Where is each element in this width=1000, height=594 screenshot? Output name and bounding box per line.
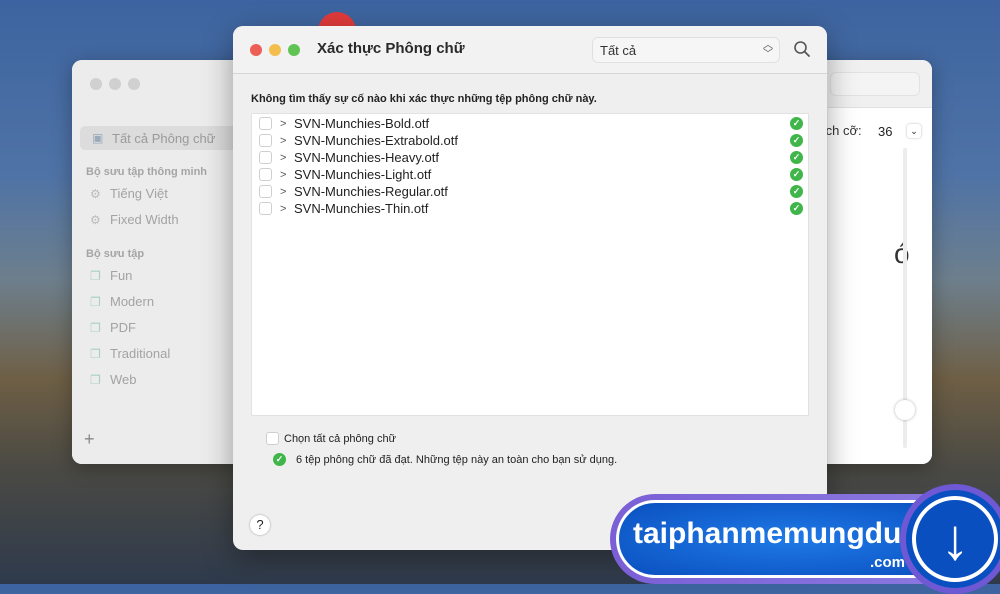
gear-icon: ⚙ [90,186,101,201]
collection-icon: ❐ [90,294,101,309]
checkmark-icon: ✓ [790,185,803,198]
sidebar-item-tieng-viet[interactable]: ⚙ Tiếng Việt [90,186,168,201]
watermark-logo: taiphanmemungdung .com ↓ [610,484,1000,594]
checkbox[interactable] [259,185,272,198]
checkmark-icon: ✓ [790,117,803,130]
status-message: ✓ 6 tệp phông chữ đã đạt. Những tệp này a… [273,453,617,466]
font-file-name: SVN-Munchies-Bold.otf [294,116,430,131]
chevron-right-icon[interactable]: > [280,169,290,181]
chevron-right-icon[interactable]: > [280,186,290,198]
collection-icon: ❐ [90,346,101,361]
font-validation-dialog: Xác thực Phông chữ Tất cả ︿ ﹀ Không tìm th… [233,26,827,550]
select-all-checkbox[interactable]: Chọn tất cả phông chữ [266,432,396,445]
sidebar-item-web[interactable]: ❐ Web [90,372,137,387]
gear-icon: ⚙ [90,212,101,227]
collection-icon: ❐ [90,372,101,387]
sidebar-item-traditional[interactable]: ❐ Traditional [90,346,170,361]
add-collection-button[interactable]: + [84,429,95,450]
search-field[interactable] [830,72,920,96]
chevron-updown-icon: ︿ ﹀ [763,40,773,60]
font-file-name: SVN-Munchies-Heavy.otf [294,150,439,165]
checkmark-icon: ✓ [273,453,286,466]
checkbox[interactable] [259,202,272,215]
dialog-title: Xác thực Phông chữ [317,40,465,57]
size-label: ích cỡ: [822,123,862,138]
collection-icon: ❐ [90,320,101,335]
chevron-right-icon[interactable]: > [280,203,290,215]
font-file-row[interactable]: > SVN-Munchies-Regular.otf ✓ [259,183,803,200]
checkmark-icon: ✓ [790,151,803,164]
chevron-right-icon[interactable]: > [280,152,290,164]
checkbox[interactable] [266,432,279,445]
collection-icon: ❐ [90,268,101,283]
help-button[interactable]: ? [250,515,270,535]
font-icon: ▣ [92,131,104,145]
sidebar-item-pdf[interactable]: ❐ PDF [90,320,136,335]
search-icon[interactable] [793,40,811,58]
minimize-button[interactable] [269,44,281,56]
checkbox[interactable] [259,168,272,181]
preview-glyph: ó [894,238,910,269]
chevron-right-icon[interactable]: > [280,135,290,147]
font-file-row[interactable]: > SVN-Munchies-Bold.otf ✓ [259,115,803,132]
font-file-row[interactable]: > SVN-Munchies-Extrabold.otf ✓ [259,132,803,149]
chevron-down-icon: ⌄ [907,124,921,138]
download-arrow-icon: ↓ [912,496,998,582]
size-select[interactable]: 36 ⌄ [875,122,921,140]
watermark-suffix: .com [869,554,905,571]
collections-heading: Bộ sưu tập [86,248,145,260]
watermark-name: taiphanmemungdung [633,517,938,550]
checkmark-icon: ✓ [790,134,803,147]
toolbar [828,60,932,108]
font-file-name: SVN-Munchies-Light.otf [294,167,432,182]
size-slider-knob[interactable] [895,400,915,420]
zoom-button[interactable] [288,44,300,56]
checkbox[interactable] [259,134,272,147]
title-bar: Xác thực Phông chữ Tất cả ︿ ﹀ [233,26,827,74]
sidebar-item-fun[interactable]: ❐ Fun [90,268,132,283]
chevron-right-icon[interactable]: > [280,118,290,130]
font-file-row[interactable]: > SVN-Munchies-Light.otf ✓ [259,166,803,183]
font-file-list: > SVN-Munchies-Bold.otf ✓ > SVN-Munchies-Ext… [251,113,809,416]
window-controls-inactive [90,78,140,90]
checkbox[interactable] [259,151,272,164]
validation-message: Không tìm thấy sự cố nào khi xác thực nh… [251,93,597,105]
close-button[interactable] [250,44,262,56]
checkmark-icon: ✓ [790,202,803,215]
checkmark-icon: ✓ [790,168,803,181]
checkbox[interactable] [259,117,272,130]
smart-collections-heading: Bộ sưu tập thông minh [86,166,208,178]
preview-pane [828,60,932,464]
font-file-name: SVN-Munchies-Thin.otf [294,201,429,216]
font-file-name: SVN-Munchies-Extrabold.otf [294,133,459,148]
filter-select[interactable]: Tất cả ︿ ﹀ [592,37,780,63]
font-file-name: SVN-Munchies-Regular.otf [294,184,448,199]
font-file-row[interactable]: > SVN-Munchies-Heavy.otf ✓ [259,149,803,166]
sidebar-item-fixed-width[interactable]: ⚙ Fixed Width [90,212,179,227]
sidebar: ▣ Tất cả Phông chữ Bộ sưu tập thông minh … [72,60,242,464]
font-file-row[interactable]: > SVN-Munchies-Thin.otf ✓ [259,200,803,217]
sidebar-item-modern[interactable]: ❐ Modern [90,294,154,309]
sidebar-item-all-fonts[interactable]: ▣ Tất cả Phông chữ [80,126,240,150]
